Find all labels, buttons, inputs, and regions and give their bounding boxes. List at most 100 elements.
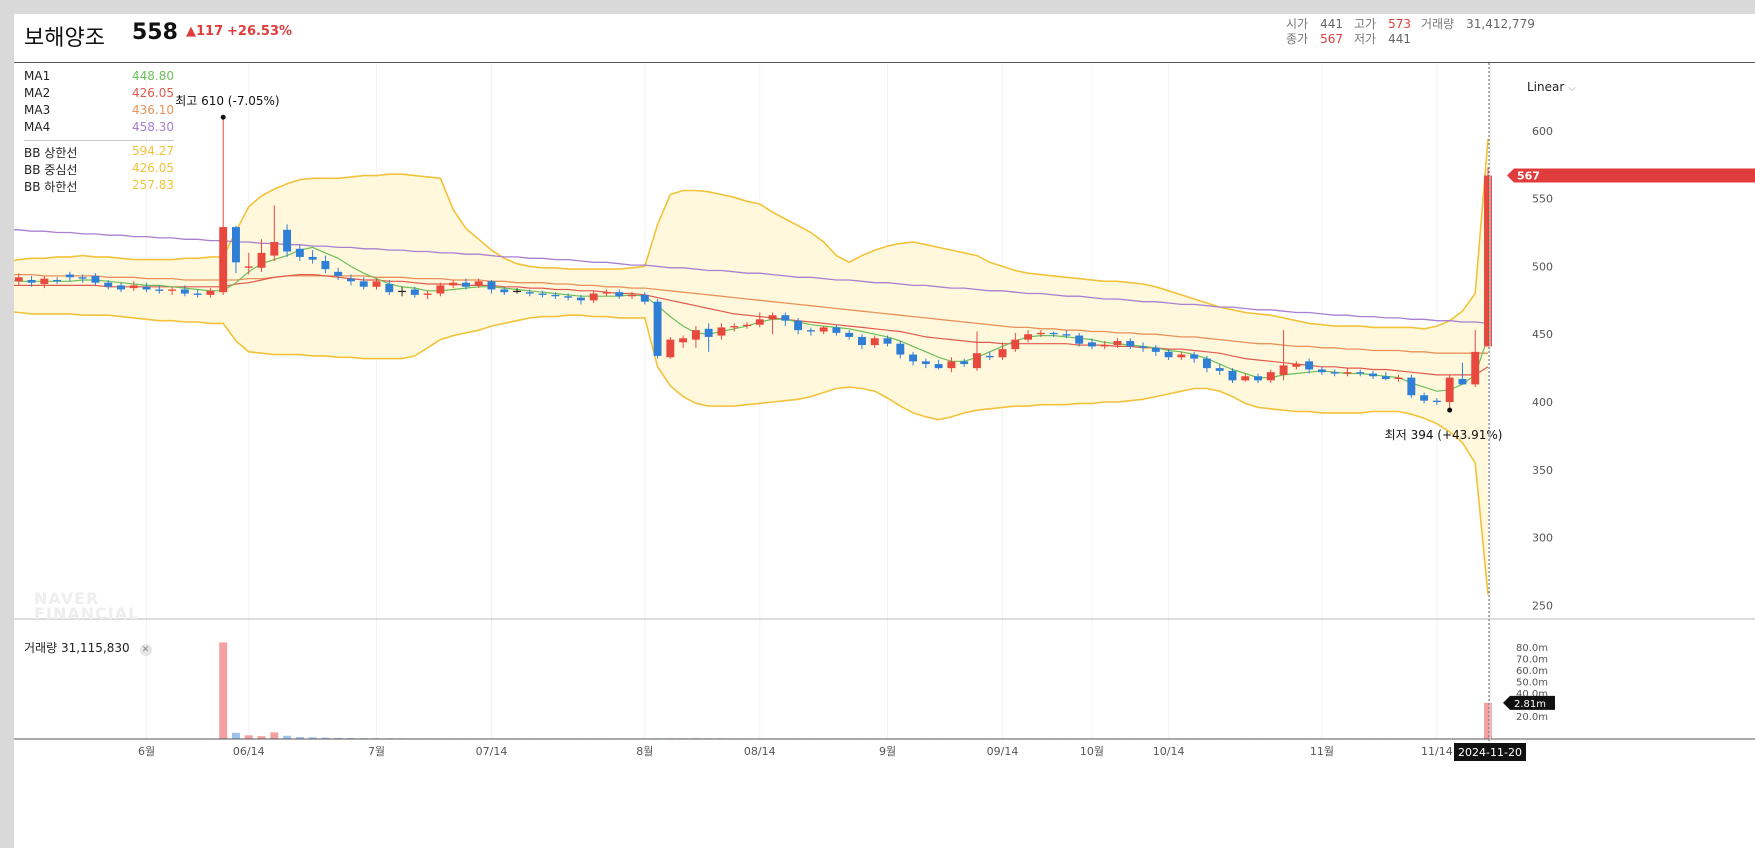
- candle-body: [308, 256, 317, 260]
- bb-band-fill: [14, 138, 1488, 595]
- legend-label: MA3: [24, 103, 51, 117]
- candle-body: [372, 281, 381, 287]
- close-icon[interactable]: ✕: [139, 644, 152, 656]
- candle-body: [1139, 346, 1148, 348]
- legend-value: 448.80: [132, 69, 174, 83]
- y-tick-label: 500: [1532, 260, 1553, 273]
- legend-value: 257.83: [132, 178, 174, 192]
- legend-label: MA2: [24, 86, 51, 100]
- low-marker: [1447, 407, 1453, 413]
- candle-body: [640, 294, 649, 302]
- x-tick-label: 10월: [1080, 745, 1104, 758]
- candle-body: [1381, 376, 1390, 379]
- legend-ma-2: MA3 436.10: [24, 103, 174, 120]
- candle-body: [768, 315, 777, 320]
- x-tick-label: 9월: [879, 745, 896, 758]
- candle-body: [1100, 345, 1109, 347]
- candle-body: [436, 285, 445, 294]
- candle-body: [474, 281, 483, 286]
- volume-bar: [232, 732, 240, 739]
- candle-body: [1471, 351, 1480, 385]
- candle-body: [1420, 395, 1429, 401]
- candle-body: [129, 285, 138, 289]
- date-tag-label: 2024-11-20: [1458, 746, 1522, 759]
- candle-body: [257, 252, 266, 268]
- candle-body: [1484, 175, 1492, 347]
- candle-body: [1215, 368, 1224, 371]
- candle-body: [589, 293, 598, 301]
- candle-body: [653, 301, 662, 356]
- candle-body: [500, 289, 509, 293]
- watermark-line-2: FINANCIAL: [34, 604, 140, 623]
- candle-body: [666, 339, 675, 358]
- x-tick-label: 07/14: [476, 745, 508, 758]
- candle-body: [1024, 334, 1033, 340]
- x-tick-label: 06/14: [233, 745, 265, 758]
- candle-body: [14, 277, 23, 282]
- volume-tick-label: 80.0m: [1516, 643, 1548, 654]
- candle-body: [359, 281, 368, 287]
- candle-body: [1458, 378, 1467, 385]
- candle-body: [870, 338, 879, 346]
- candle-body: [295, 248, 304, 257]
- candle-body: [1011, 339, 1020, 350]
- candle-body: [193, 293, 202, 295]
- candle-body: [743, 324, 751, 327]
- low-annotation: 최저 394 (+43.91%): [1385, 428, 1503, 442]
- candlestick-chart[interactable]: 최고 610 (-7.05%) 최저 394 (+43.91%) 600 550 500…: [14, 14, 1755, 848]
- candle-body: [832, 327, 841, 333]
- y-tick-label: 350: [1532, 464, 1553, 477]
- candle-body: [538, 293, 547, 295]
- candle-body: [1394, 377, 1403, 379]
- candle-body: [819, 327, 828, 332]
- legend-ma-0: MA1 448.80: [24, 69, 174, 86]
- volume-panel-title: 거래량: [24, 641, 58, 655]
- x-tick-label: 10/14: [1153, 745, 1185, 758]
- candle-body: [564, 296, 573, 298]
- candle-body: [896, 343, 905, 355]
- current-price-tag: [1507, 168, 1755, 183]
- candle-body: [1266, 372, 1275, 381]
- current-price-tag-label: 567: [1517, 170, 1540, 183]
- legend-label: MA1: [24, 69, 51, 83]
- y-tick-label: 300: [1532, 532, 1553, 545]
- candle-body: [104, 282, 113, 287]
- y-tick-label: 600: [1532, 125, 1553, 138]
- x-tick-label: 08/14: [744, 745, 776, 758]
- candle-body: [206, 290, 215, 295]
- legend-label: MA4: [24, 120, 51, 134]
- candle-body: [449, 282, 458, 286]
- chevron-down-icon: ⌵: [1568, 83, 1576, 94]
- candle-body: [602, 292, 611, 294]
- candle-body: [180, 289, 189, 294]
- candle-body: [781, 315, 790, 321]
- candle-body: [1305, 361, 1314, 370]
- candle-body: [973, 353, 981, 369]
- candle-body: [1087, 342, 1096, 347]
- legend-ma-3: MA4 458.30: [24, 120, 174, 137]
- candle-body: [947, 361, 956, 369]
- high-marker: [220, 114, 226, 120]
- y-tick-label: 550: [1532, 193, 1553, 206]
- candle-body: [1049, 332, 1058, 335]
- candle-body: [934, 364, 943, 369]
- candle-body: [1164, 351, 1173, 358]
- candle-body: [1292, 364, 1301, 367]
- legend-value: 458.30: [132, 120, 174, 134]
- candle-body: [168, 289, 177, 291]
- candle-body: [858, 336, 866, 346]
- y-tick-label: 250: [1532, 599, 1553, 612]
- legend-value: 426.05: [132, 161, 174, 175]
- volume-panel-label: 거래량 31,115,830 ✕: [24, 639, 152, 656]
- candle-body: [1151, 347, 1160, 352]
- candle-body: [1356, 372, 1365, 374]
- volume-bar: [244, 735, 253, 739]
- candle-body: [1113, 341, 1122, 346]
- candle-body: [1036, 332, 1045, 335]
- candle-body: [1075, 335, 1084, 344]
- candle-body: [1062, 334, 1071, 336]
- scale-mode-dropdown[interactable]: Linear ⌵: [1527, 80, 1576, 94]
- legend-value: 436.10: [132, 103, 174, 117]
- candle-body: [65, 274, 74, 278]
- candle-body: [334, 271, 343, 276]
